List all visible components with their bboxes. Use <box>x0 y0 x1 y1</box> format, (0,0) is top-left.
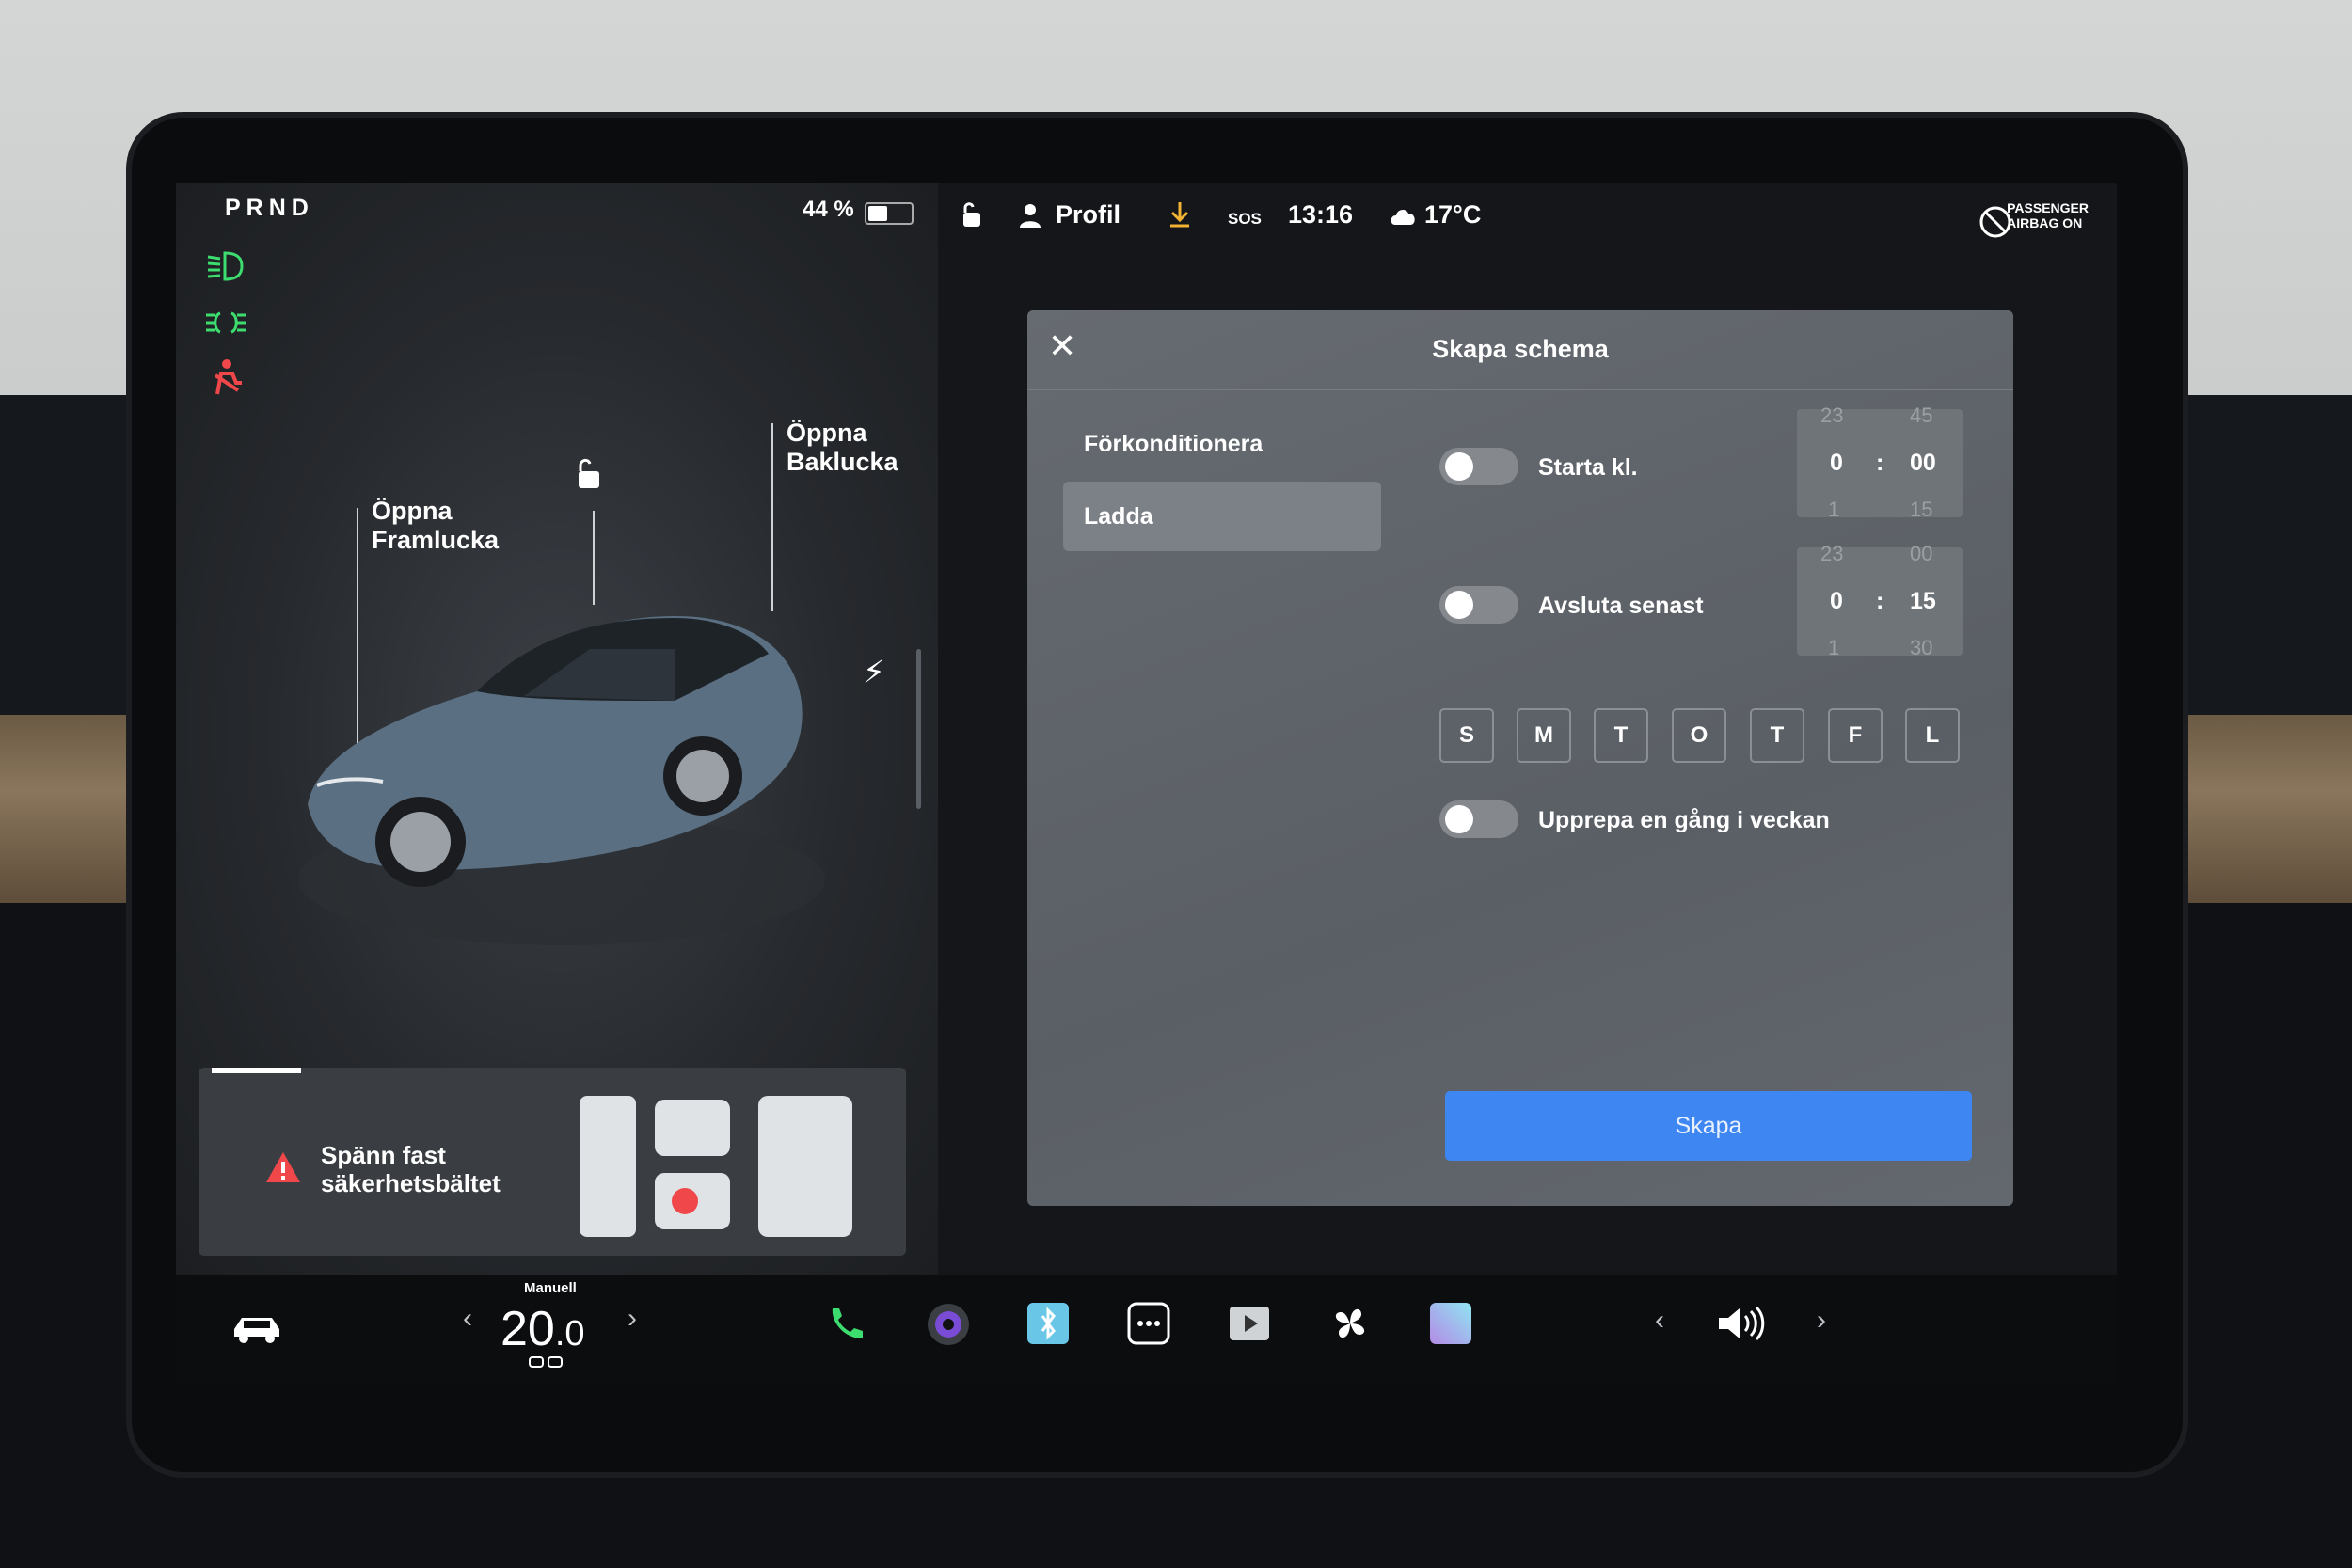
day-sunday[interactable]: S <box>1439 708 1494 763</box>
day-wednesday[interactable]: O <box>1672 708 1726 763</box>
start-separator: : <box>1876 450 1884 476</box>
start-minute-above: 45 <box>1910 404 1933 427</box>
end-hour[interactable]: 0 <box>1830 588 1843 615</box>
front-trunk-label-line2: Framlucka <box>372 526 500 554</box>
cloud-icon <box>1391 210 1415 225</box>
create-schedule-dialog: ✕ Skapa schema Förkonditionera Ladda Sta… <box>1027 310 2013 1206</box>
end-minute[interactable]: 15 <box>1910 588 1936 615</box>
climate-mode: Manuell <box>524 1280 577 1296</box>
start-time-picker[interactable]: 23 45 0 : 00 1 15 <box>1797 404 1963 521</box>
day-thursday[interactable]: T <box>1750 708 1804 763</box>
tab-preconditioning[interactable]: Förkonditionera <box>1063 409 1381 479</box>
repeat-weekly-toggle[interactable] <box>1439 800 1518 838</box>
front-trunk-label-line1: Öppna <box>372 497 453 525</box>
clock: 13:16 <box>1288 200 1354 229</box>
start-hour[interactable]: 0 <box>1830 450 1843 477</box>
end-time-toggle[interactable] <box>1439 586 1518 624</box>
car-status-panel: PRND 44 % Öppna Framlucka Öppna Baklucka… <box>176 183 938 1275</box>
volume-prev-chevron-icon[interactable]: ‹ <box>1655 1305 1664 1337</box>
rear-trunk-button[interactable]: Öppna Baklucka <box>787 419 898 477</box>
start-minute[interactable]: 00 <box>1910 450 1936 477</box>
parking-light-icon <box>206 311 246 334</box>
temp-decimal: .0 <box>554 1314 585 1354</box>
app-icon[interactable] <box>1428 1301 1473 1346</box>
battery-percentage: 44 % <box>803 197 854 222</box>
end-hour-below: 1 <box>1828 636 1840 659</box>
repeat-weekly-label: Upprepa en gång i veckan <box>1538 807 1830 833</box>
download-icon[interactable] <box>1167 200 1193 229</box>
start-hour-above: 23 <box>1820 404 1844 427</box>
start-time-toggle[interactable] <box>1439 448 1518 485</box>
phone-icon[interactable] <box>825 1303 868 1346</box>
video-icon[interactable] <box>1227 1301 1272 1346</box>
seat-heater-icon[interactable] <box>528 1355 565 1370</box>
more-icon[interactable] <box>1126 1301 1171 1346</box>
start-time-label: Starta kl. <box>1538 454 1638 481</box>
top-status-bar: Profil SOS 13:16 17°C PASSENGER AIRBAG O… <box>938 183 2117 259</box>
volume-next-chevron-icon[interactable]: › <box>1817 1305 1826 1337</box>
battery-icon <box>865 202 914 225</box>
end-separator: : <box>1876 588 1884 614</box>
seatbelt-warning-icon <box>214 359 242 395</box>
sos-indicator: SOS <box>1228 210 1262 228</box>
profile-button[interactable]: Profil <box>1056 200 1120 230</box>
start-hour-below: 1 <box>1828 498 1840 521</box>
seat-occupancy-map <box>580 1096 852 1237</box>
end-minute-below: 30 <box>1910 636 1933 659</box>
alert-progress-bar <box>212 1068 301 1073</box>
bottom-dock: ‹ Manuell 20.0 › ‹ › <box>176 1275 2117 1383</box>
day-tuesday[interactable]: T <box>1594 708 1648 763</box>
rear-trunk-label-line2: Baklucka <box>787 448 898 476</box>
airbag-line2: AIRBAG ON <box>2007 215 2083 230</box>
temp-down-chevron-icon[interactable]: ‹ <box>463 1303 472 1335</box>
dialog-title: Skapa schema <box>1432 335 1609 363</box>
create-button[interactable]: Skapa <box>1445 1091 1972 1161</box>
seatbelt-alert-card: Spänn fast säkerhetsbältet <box>199 1068 906 1256</box>
cabin-temperature[interactable]: 20.0 <box>501 1301 585 1357</box>
end-time-picker[interactable]: 23 00 0 : 15 1 30 <box>1797 542 1963 659</box>
profile-icon <box>1020 204 1041 228</box>
dialog-header: ✕ Skapa schema <box>1027 310 2013 390</box>
bluetooth-app-icon[interactable] <box>1025 1301 1071 1346</box>
passenger-airbag-status: PASSENGER AIRBAG ON <box>2007 200 2089 230</box>
outside-temperature: 17°C <box>1424 200 1482 229</box>
unlock-icon[interactable] <box>571 456 605 490</box>
end-time-label: Avsluta senast <box>1538 593 1704 619</box>
tab-charge[interactable]: Ladda <box>1063 482 1381 551</box>
volume-icon[interactable] <box>1715 1303 1768 1344</box>
car-icon[interactable] <box>230 1308 283 1346</box>
headlight-icon <box>207 251 244 281</box>
seatbelt-alert-text: Spänn fast säkerhetsbältet <box>321 1141 501 1197</box>
unlock-status-icon[interactable] <box>957 200 985 229</box>
gear-selector-indicator: PRND <box>225 195 314 221</box>
temp-whole: 20 <box>501 1302 555 1356</box>
warning-triangle-icon <box>266 1152 300 1182</box>
airbag-line1: PASSENGER <box>2007 200 2089 215</box>
end-minute-above: 00 <box>1910 542 1933 565</box>
seatbelt-alert-line2: säkerhetsbältet <box>321 1169 501 1197</box>
temp-up-chevron-icon[interactable]: › <box>628 1303 637 1335</box>
front-trunk-button[interactable]: Öppna Framlucka <box>372 497 499 555</box>
car-model-image <box>298 616 825 945</box>
rear-trunk-label-line1: Öppna <box>787 419 867 447</box>
day-monday[interactable]: M <box>1517 708 1571 763</box>
charge-port-icon[interactable]: ⚡ <box>863 654 885 691</box>
scroll-indicator <box>916 649 921 809</box>
start-minute-below: 15 <box>1910 498 1933 521</box>
touchscreen: PRND 44 % Öppna Framlucka Öppna Baklucka… <box>176 183 2117 1383</box>
seatbelt-alert-line1: Spänn fast <box>321 1141 446 1169</box>
day-friday[interactable]: F <box>1828 708 1883 763</box>
fan-icon[interactable] <box>1327 1301 1373 1346</box>
day-saturday[interactable]: L <box>1905 708 1960 763</box>
camera-icon[interactable] <box>925 1301 972 1348</box>
end-hour-above: 23 <box>1820 542 1844 565</box>
